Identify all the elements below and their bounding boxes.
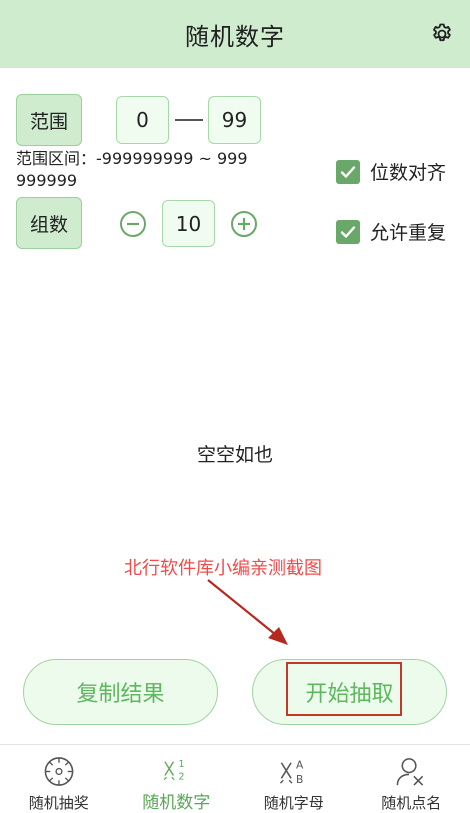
watermark-text: 北行软件库小编亲测截图	[124, 558, 322, 579]
svg-text:1: 1	[179, 759, 185, 770]
tab-label: 随机抽奖	[28, 794, 89, 812]
copy-result-button[interactable]: 复制结果	[23, 659, 218, 725]
align-digits-option[interactable]: 位数对齐	[336, 158, 446, 185]
numbers-icon: 1 2	[163, 759, 185, 783]
svg-text:A: A	[296, 759, 304, 772]
allow-repeat-option[interactable]: 允许重复	[336, 218, 446, 245]
checkmark-icon	[340, 165, 356, 178]
person-pick-icon	[396, 758, 424, 786]
align-digits-label: 位数对齐	[370, 162, 447, 184]
tab-random-rollcall[interactable]: 随机点名	[353, 745, 470, 813]
range-info-text: 范围区间：-999999999 ~ 999999999	[16, 149, 248, 190]
tab-label: 随机数字	[142, 793, 211, 813]
tab-random-letter[interactable]: A B 随机字母	[235, 745, 353, 813]
groups-count-input[interactable]: 10	[162, 200, 215, 247]
letters-icon: A B	[279, 759, 304, 786]
tab-random-lottery[interactable]: 随机抽奖	[0, 745, 118, 813]
tab-label: 随机点名	[381, 794, 442, 812]
app-header: 随机数字	[0, 0, 470, 68]
checkmark-icon	[340, 225, 356, 238]
range-button[interactable]: 范围	[16, 94, 82, 146]
bottom-tab-bar: 随机抽奖 1 2 随机数字 A B 随机字母 随机点名	[0, 744, 470, 813]
empty-result-text: 空空如也	[196, 444, 273, 466]
range-dash	[175, 119, 203, 121]
page-title: 随机数字	[185, 22, 285, 51]
svg-text:2: 2	[179, 772, 185, 783]
tab-random-number[interactable]: 1 2 随机数字	[118, 745, 236, 813]
groups-button[interactable]: 组数	[16, 197, 82, 249]
plus-circle-icon[interactable]	[230, 210, 258, 238]
allow-repeat-checkbox[interactable]	[336, 219, 360, 244]
wheel-icon	[44, 757, 74, 786]
gear-icon[interactable]	[430, 22, 454, 46]
range-max-input[interactable]: 99	[208, 96, 261, 144]
range-min-input[interactable]: 0	[116, 96, 169, 144]
minus-circle-icon[interactable]	[119, 210, 147, 238]
start-draw-button[interactable]: 开始抽取	[252, 659, 447, 725]
svg-text:B: B	[296, 773, 303, 786]
tab-label: 随机字母	[263, 794, 324, 812]
allow-repeat-label: 允许重复	[370, 222, 447, 244]
align-digits-checkbox[interactable]	[336, 159, 360, 184]
